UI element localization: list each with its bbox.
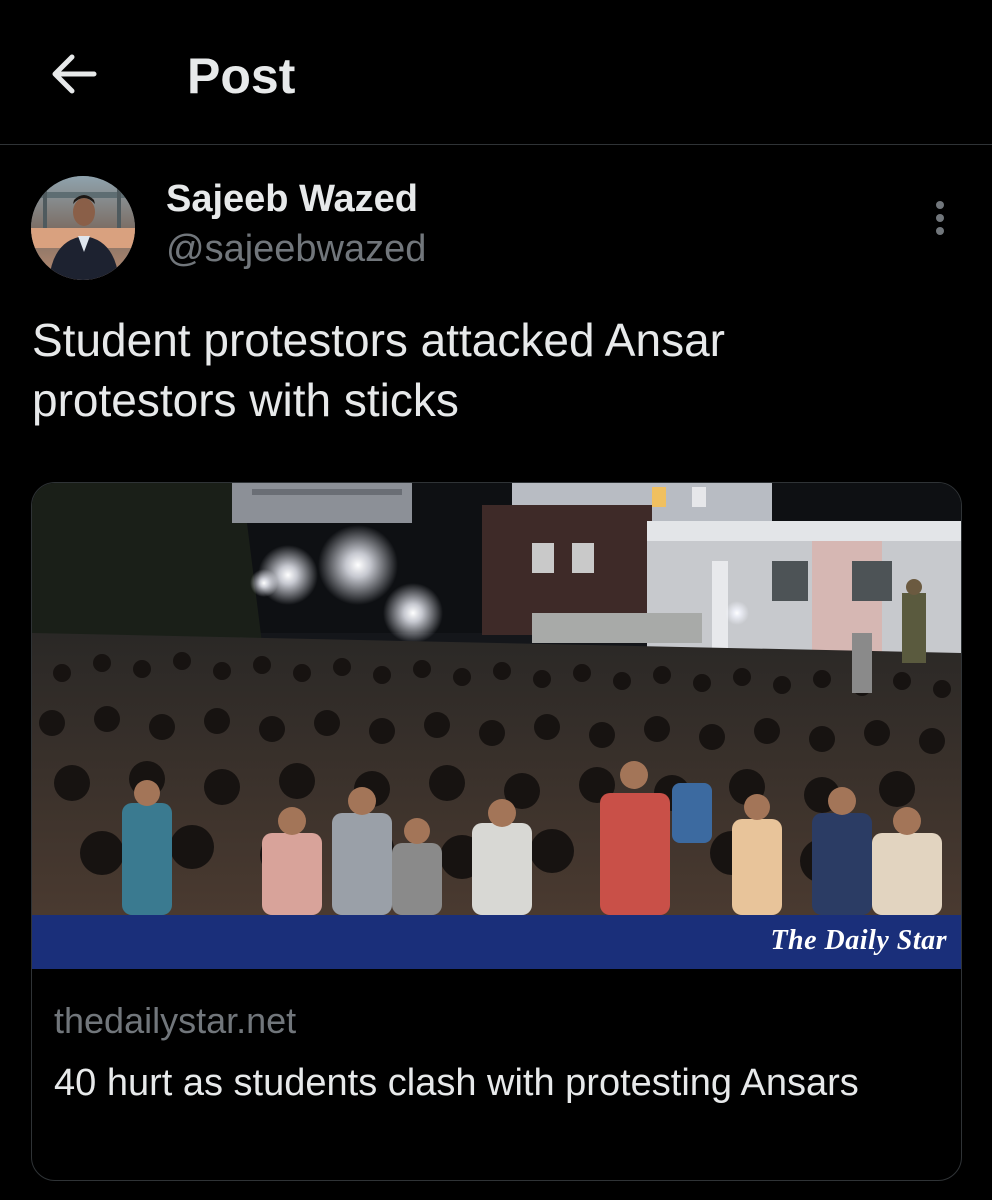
- page-title: Post: [187, 48, 296, 104]
- author-handle[interactable]: @sajeebwazed: [166, 226, 426, 272]
- avatar[interactable]: [31, 176, 135, 280]
- tweet-text: Student protestors attacked Ansar protes…: [32, 314, 725, 426]
- more-options-button[interactable]: [922, 196, 958, 240]
- card-image: [32, 483, 961, 915]
- post-page: Post Sajeeb Wazed @sajeebwazed Student p…: [0, 0, 992, 1200]
- top-bar: Post: [0, 0, 992, 145]
- back-button[interactable]: [44, 44, 104, 104]
- card-title: 40 hurt as students clash with protestin…: [54, 1062, 859, 1104]
- link-card[interactable]: The Daily Star thedailystar.net 40 hurt …: [31, 482, 962, 1181]
- author-name[interactable]: Sajeeb Wazed: [166, 176, 418, 222]
- card-domain: thedailystar.net: [54, 1000, 297, 1041]
- more-vertical-icon: [936, 201, 944, 235]
- card-banner: The Daily Star: [32, 915, 961, 969]
- arrow-left-icon: [52, 54, 97, 94]
- publisher-logo: The Daily Star: [770, 925, 947, 956]
- avatar-image: [31, 176, 135, 280]
